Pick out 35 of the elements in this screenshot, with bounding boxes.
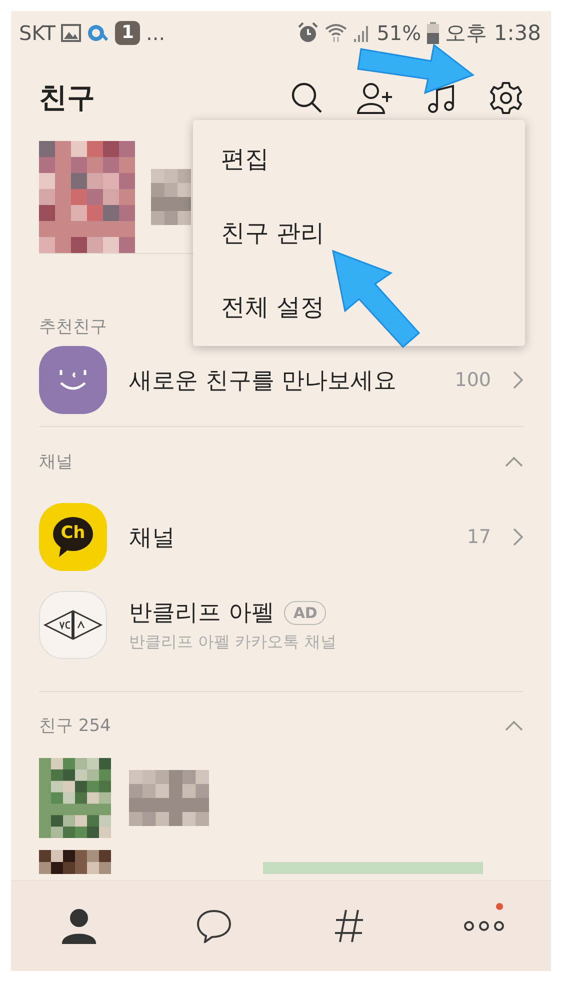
channel-name[interactable]: 채널 [129, 522, 175, 552]
section-title: 추천친구 [39, 316, 107, 338]
wifi-icon [324, 23, 347, 43]
section-title: 채널 [39, 450, 73, 472]
alarm-icon [296, 22, 319, 44]
battery-icon [427, 22, 440, 44]
channel-subtitle: 반클리프 아펠 카카오톡 채널 [129, 632, 338, 653]
smiley-icon [39, 346, 107, 414]
menu-item[interactable]: 친구 관리 [193, 196, 525, 270]
more-notifications-label: ... [146, 21, 166, 45]
music-icon[interactable] [427, 82, 455, 114]
notification-badge: 1 [115, 21, 140, 45]
channel-count: 17 [466, 526, 491, 548]
search-icon[interactable] [291, 82, 323, 114]
page-title: 친구 [39, 80, 95, 116]
logo-text: Ch [60, 523, 86, 543]
channel-name[interactable]: 반클리프 아펠 [129, 597, 274, 628]
carrier-label: SKT [19, 21, 56, 45]
add-friend-icon[interactable] [357, 82, 393, 114]
menu-item[interactable]: 전체 설정 [193, 270, 525, 344]
recommend-friends-label[interactable]: 새로운 친구를 만나보세요 [129, 364, 397, 396]
menu-item[interactable]: 편집 [193, 122, 525, 196]
speech-bubble-icon [51, 515, 95, 559]
clock-time: 오후 1:38 [445, 20, 541, 47]
ad-badge: AD [284, 600, 326, 624]
app-icon [87, 24, 110, 42]
chevron-right-icon [513, 528, 523, 546]
section-title: 친구 254 [39, 714, 111, 736]
recommend-count: 100 [454, 369, 491, 391]
image-icon [61, 24, 82, 42]
signal-icon [352, 23, 371, 43]
chevron-right-icon [513, 371, 523, 389]
brand-logo-icon [39, 591, 107, 659]
battery-percentage: 51% [376, 21, 422, 45]
settings-icon[interactable] [489, 81, 523, 115]
